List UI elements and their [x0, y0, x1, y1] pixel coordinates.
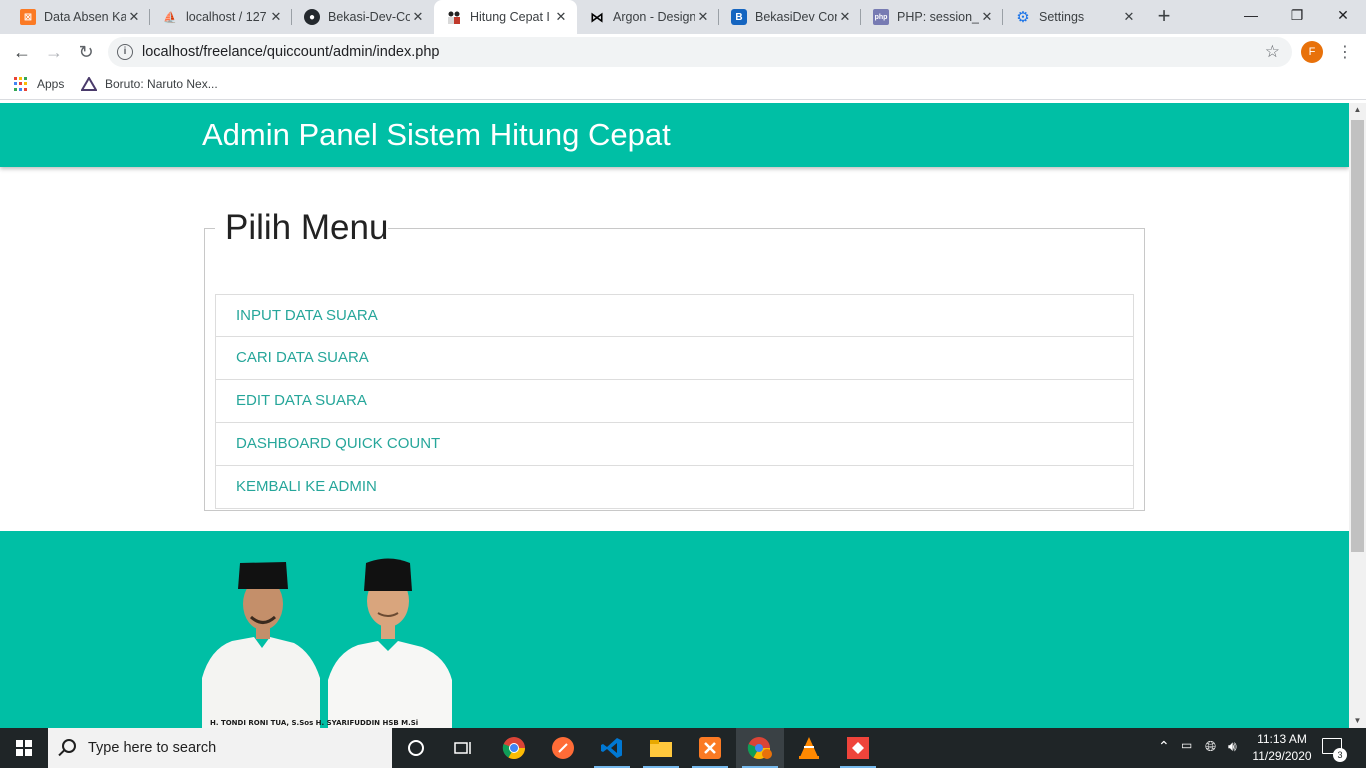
close-tab-icon[interactable]: ✕	[553, 9, 569, 25]
bookmark-label: Boruto: Naruto Nex...	[105, 77, 218, 91]
scroll-thumb[interactable]	[1351, 120, 1364, 552]
scroll-down-icon[interactable]: ▼	[1349, 714, 1366, 728]
menu-item-input-data-suara[interactable]: INPUT DATA SUARA	[215, 294, 1134, 337]
xampp-icon: ⊠	[20, 9, 36, 25]
phpmyadmin-icon: ⛵	[163, 11, 177, 24]
scroll-up-icon[interactable]: ▲	[1349, 103, 1366, 117]
task-view-icon[interactable]	[440, 728, 488, 768]
profile-avatar[interactable]: F	[1301, 41, 1323, 63]
site-footer: H. TONDI RONI TUA, S.Sos H. SYARIFUDDIN …	[0, 531, 1349, 728]
vlc-icon[interactable]	[785, 728, 833, 768]
tab-strip: ⊠ Data Absen Ka ✕ ⛵ localhost / 127 ✕ ● …	[0, 0, 1366, 34]
tab-title: localhost / 127	[186, 10, 267, 24]
tab-hitung-cepat[interactable]: Hitung Cepat I ✕	[434, 0, 577, 34]
candidates-caption: H. TONDI RONI TUA, S.Sos H. SYARIFUDDIN …	[210, 719, 418, 727]
page-viewport: Admin Panel Sistem Hitung Cepat Pilih Me…	[0, 103, 1349, 728]
tab-title: BekasiDev Con	[755, 10, 837, 24]
reload-icon[interactable]: ↻	[74, 40, 98, 64]
tab-php-session[interactable]: php PHP: session_u ✕	[861, 0, 1003, 34]
gear-icon: ⚙	[1016, 9, 1030, 26]
close-tab-icon[interactable]: ✕	[695, 9, 711, 25]
bookmark-apps[interactable]: Apps	[14, 77, 64, 91]
tab-title: PHP: session_u	[897, 10, 979, 24]
page-scrollbar[interactable]: ▲ ▼	[1349, 103, 1366, 728]
menu-item-edit-data-suara[interactable]: EDIT DATA SUARA	[215, 380, 1134, 423]
tab-title: Hitung Cepat I	[470, 10, 550, 24]
bookmark-star-icon[interactable]: ☆	[1265, 42, 1280, 62]
browser-toolbar: ← → ↻ i localhost/freelance/quiccount/ad…	[0, 34, 1366, 70]
tab-github[interactable]: ● Bekasi-Dev-Co ✕	[292, 0, 434, 34]
anydesk-icon[interactable]	[834, 728, 882, 768]
system-clock[interactable]: 11:13 AM 11/29/2020	[1246, 731, 1318, 765]
close-tab-icon[interactable]: ✕	[268, 9, 284, 25]
close-tab-icon[interactable]: ✕	[1121, 9, 1137, 25]
tab-data-absen[interactable]: ⊠ Data Absen Ka ✕	[8, 0, 150, 34]
close-window-button[interactable]: ✕	[1320, 0, 1366, 30]
apps-grid-icon	[14, 77, 28, 91]
vscode-icon[interactable]	[588, 728, 636, 768]
address-bar[interactable]: i localhost/freelance/quiccount/admin/in…	[108, 37, 1292, 67]
bookmark-label: Apps	[37, 77, 65, 91]
tab-title: Bekasi-Dev-Co	[328, 10, 410, 24]
windows-start-button[interactable]	[0, 728, 48, 768]
close-tab-icon[interactable]: ✕	[837, 9, 853, 25]
close-tab-icon[interactable]: ✕	[126, 9, 142, 25]
menu-list: INPUT DATA SUARA CARI DATA SUARA EDIT DA…	[215, 294, 1134, 509]
tab-settings[interactable]: ⚙ Settings ✕	[1003, 0, 1145, 34]
tab-title: Argon - Design	[613, 10, 695, 24]
tab-phpmyadmin[interactable]: ⛵ localhost / 127 ✕	[150, 0, 292, 34]
menu-item-kembali-ke-admin[interactable]: KEMBALI KE ADMIN	[215, 466, 1134, 509]
windows-taskbar: Type here to search ⌃ ▭ 🌐︎ 🔊︎ 11:13 AM 1…	[0, 728, 1366, 768]
candidates-photo: H. TONDI RONI TUA, S.Sos H. SYARIFUDDIN …	[202, 558, 452, 728]
candidate-icon	[446, 9, 462, 25]
battery-icon[interactable]: ▭	[1181, 738, 1192, 752]
site-info-icon[interactable]: i	[117, 44, 133, 60]
bekasidev-icon: B	[731, 9, 747, 25]
menu-fieldset: Pilih Menu INPUT DATA SUARA CARI DATA SU…	[204, 209, 1145, 511]
chrome-icon[interactable]	[490, 728, 538, 768]
windows-logo-icon	[16, 740, 32, 756]
argon-icon: ⋈	[590, 8, 604, 25]
github-icon: ●	[304, 9, 320, 25]
php-icon: php	[873, 9, 889, 25]
tab-title: Settings	[1039, 10, 1085, 24]
tab-argon[interactable]: ⋈ Argon - Design ✕	[577, 0, 719, 34]
search-placeholder: Type here to search	[88, 740, 217, 756]
bookmarks-bar: Apps Boruto: Naruto Nex...	[0, 70, 1366, 100]
network-globe-icon[interactable]: 🌐︎	[1205, 738, 1216, 755]
search-icon	[62, 739, 76, 753]
restore-button[interactable]: ❐	[1274, 0, 1320, 30]
cortana-icon[interactable]	[392, 728, 440, 768]
site-header: Admin Panel Sistem Hitung Cepat	[0, 103, 1349, 167]
notification-count-badge: 3	[1333, 748, 1347, 762]
tab-bekasidev[interactable]: B BekasiDev Con ✕	[719, 0, 861, 34]
forward-arrow-icon[interactable]: →	[42, 40, 66, 64]
chrome-profile-icon[interactable]	[736, 728, 784, 768]
volume-icon[interactable]: 🔊︎	[1228, 738, 1237, 755]
xampp-icon[interactable]	[686, 728, 734, 768]
menu-legend: Pilih Menu	[225, 208, 389, 247]
menu-item-dashboard-quick-count[interactable]: DASHBOARD QUICK COUNT	[215, 423, 1134, 466]
show-hidden-icons-icon[interactable]: ⌃	[1158, 738, 1170, 755]
kebab-menu-icon[interactable]: ⋮	[1337, 42, 1353, 62]
back-arrow-icon[interactable]: ←	[10, 40, 34, 64]
close-tab-icon[interactable]: ✕	[410, 9, 426, 25]
file-explorer-icon[interactable]	[637, 728, 685, 768]
clock-time: 11:13 AM	[1257, 732, 1307, 746]
page-title: Admin Panel Sistem Hitung Cepat	[202, 117, 671, 152]
bookmark-boruto[interactable]: Boruto: Naruto Nex...	[81, 77, 218, 91]
postman-icon[interactable]	[539, 728, 587, 768]
menu-item-cari-data-suara[interactable]: CARI DATA SUARA	[215, 337, 1134, 380]
address-url[interactable]: localhost/freelance/quiccount/admin/inde…	[142, 44, 439, 60]
tab-title: Data Absen Ka	[44, 10, 126, 24]
clock-date: 11/29/2020	[1252, 749, 1312, 763]
minimize-button[interactable]: —	[1228, 0, 1274, 30]
taskbar-search[interactable]: Type here to search	[48, 728, 392, 768]
close-tab-icon[interactable]: ✕	[979, 9, 995, 25]
boruto-icon	[81, 77, 97, 91]
new-tab-button[interactable]: +	[1152, 5, 1176, 29]
